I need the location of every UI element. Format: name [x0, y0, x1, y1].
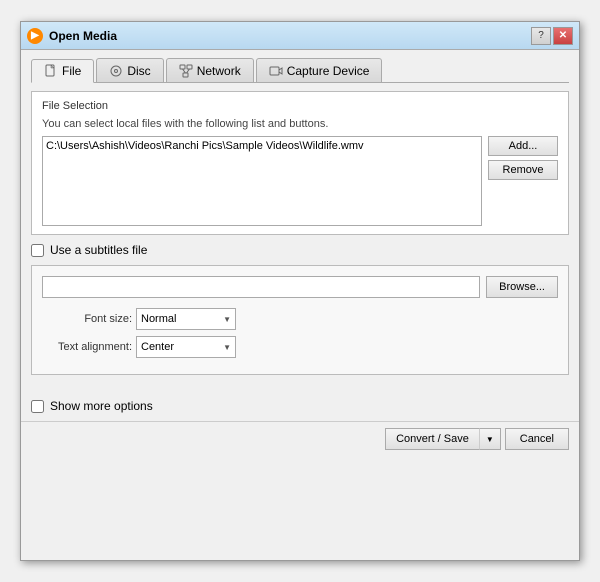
- subtitle-settings-box: Browse... Font size: Normal Small Large …: [31, 265, 569, 375]
- convert-save-wrap: Convert / Save ▼: [385, 428, 501, 450]
- file-tab-icon: [44, 64, 58, 78]
- network-tab-icon: [179, 64, 193, 78]
- font-size-row: Font size: Normal Small Large ▼: [42, 308, 558, 330]
- tab-disc-label: Disc: [127, 64, 150, 78]
- open-media-dialog: ▶ Open Media ? ✕ File Disc: [20, 21, 580, 561]
- show-more-row: Show more options: [21, 391, 579, 421]
- font-size-label: Font size:: [42, 313, 132, 325]
- disc-tab-icon: [109, 64, 123, 78]
- cancel-button[interactable]: Cancel: [505, 428, 569, 450]
- remove-button[interactable]: Remove: [488, 160, 558, 180]
- font-size-dropdown-arrow: ▼: [223, 315, 231, 324]
- tab-capture[interactable]: Capture Device: [256, 58, 383, 82]
- button-row: Convert / Save ▼ Cancel: [21, 421, 579, 458]
- file-row: C:\Users\Ashish\Videos\Ranchi Pics\Sampl…: [42, 136, 558, 226]
- text-align-select[interactable]: Center Left Right: [141, 341, 223, 353]
- help-button[interactable]: ?: [531, 27, 551, 45]
- title-bar-buttons: ? ✕: [531, 27, 573, 45]
- browse-row: Browse...: [42, 276, 558, 298]
- tab-network[interactable]: Network: [166, 58, 254, 82]
- file-buttons: Add... Remove: [488, 136, 558, 180]
- convert-save-button[interactable]: Convert / Save: [385, 428, 479, 450]
- text-align-row: Text alignment: Center Left Right ▼: [42, 336, 558, 358]
- capture-tab-icon: [269, 64, 283, 78]
- add-button[interactable]: Add...: [488, 136, 558, 156]
- title-bar: ▶ Open Media ? ✕: [21, 22, 579, 50]
- tab-file-label: File: [62, 64, 81, 78]
- font-size-select-wrap[interactable]: Normal Small Large ▼: [136, 308, 236, 330]
- subtitle-path-input[interactable]: [42, 276, 480, 298]
- file-list[interactable]: C:\Users\Ashish\Videos\Ranchi Pics\Sampl…: [42, 136, 482, 226]
- dialog-content: File Disc Network Capture Device: [21, 50, 579, 391]
- text-align-select-wrap[interactable]: Center Left Right ▼: [136, 336, 236, 358]
- convert-arrow-button[interactable]: ▼: [479, 428, 501, 450]
- font-size-select[interactable]: Normal Small Large: [141, 313, 223, 325]
- show-more-label[interactable]: Show more options: [50, 399, 153, 413]
- show-more-checkbox[interactable]: [31, 400, 44, 413]
- subtitle-checkbox[interactable]: [31, 244, 44, 257]
- text-align-label: Text alignment:: [42, 341, 132, 353]
- text-align-dropdown-arrow: ▼: [223, 343, 231, 352]
- close-button[interactable]: ✕: [553, 27, 573, 45]
- tab-file[interactable]: File: [31, 59, 94, 83]
- dialog-title: Open Media: [49, 29, 531, 43]
- tab-disc[interactable]: Disc: [96, 58, 163, 82]
- file-selection-section: File Selection You can select local file…: [31, 91, 569, 235]
- vlc-icon: ▶: [27, 28, 43, 44]
- tab-capture-label: Capture Device: [287, 64, 370, 78]
- subtitle-label[interactable]: Use a subtitles file: [50, 243, 147, 257]
- tab-bar: File Disc Network Capture Device: [31, 58, 569, 83]
- file-list-item: C:\Users\Ashish\Videos\Ranchi Pics\Sampl…: [46, 140, 478, 152]
- file-selection-title: File Selection: [42, 100, 558, 112]
- file-selection-desc: You can select local files with the foll…: [42, 118, 558, 130]
- browse-button[interactable]: Browse...: [486, 276, 558, 298]
- subtitle-row: Use a subtitles file: [31, 243, 569, 257]
- tab-network-label: Network: [197, 64, 241, 78]
